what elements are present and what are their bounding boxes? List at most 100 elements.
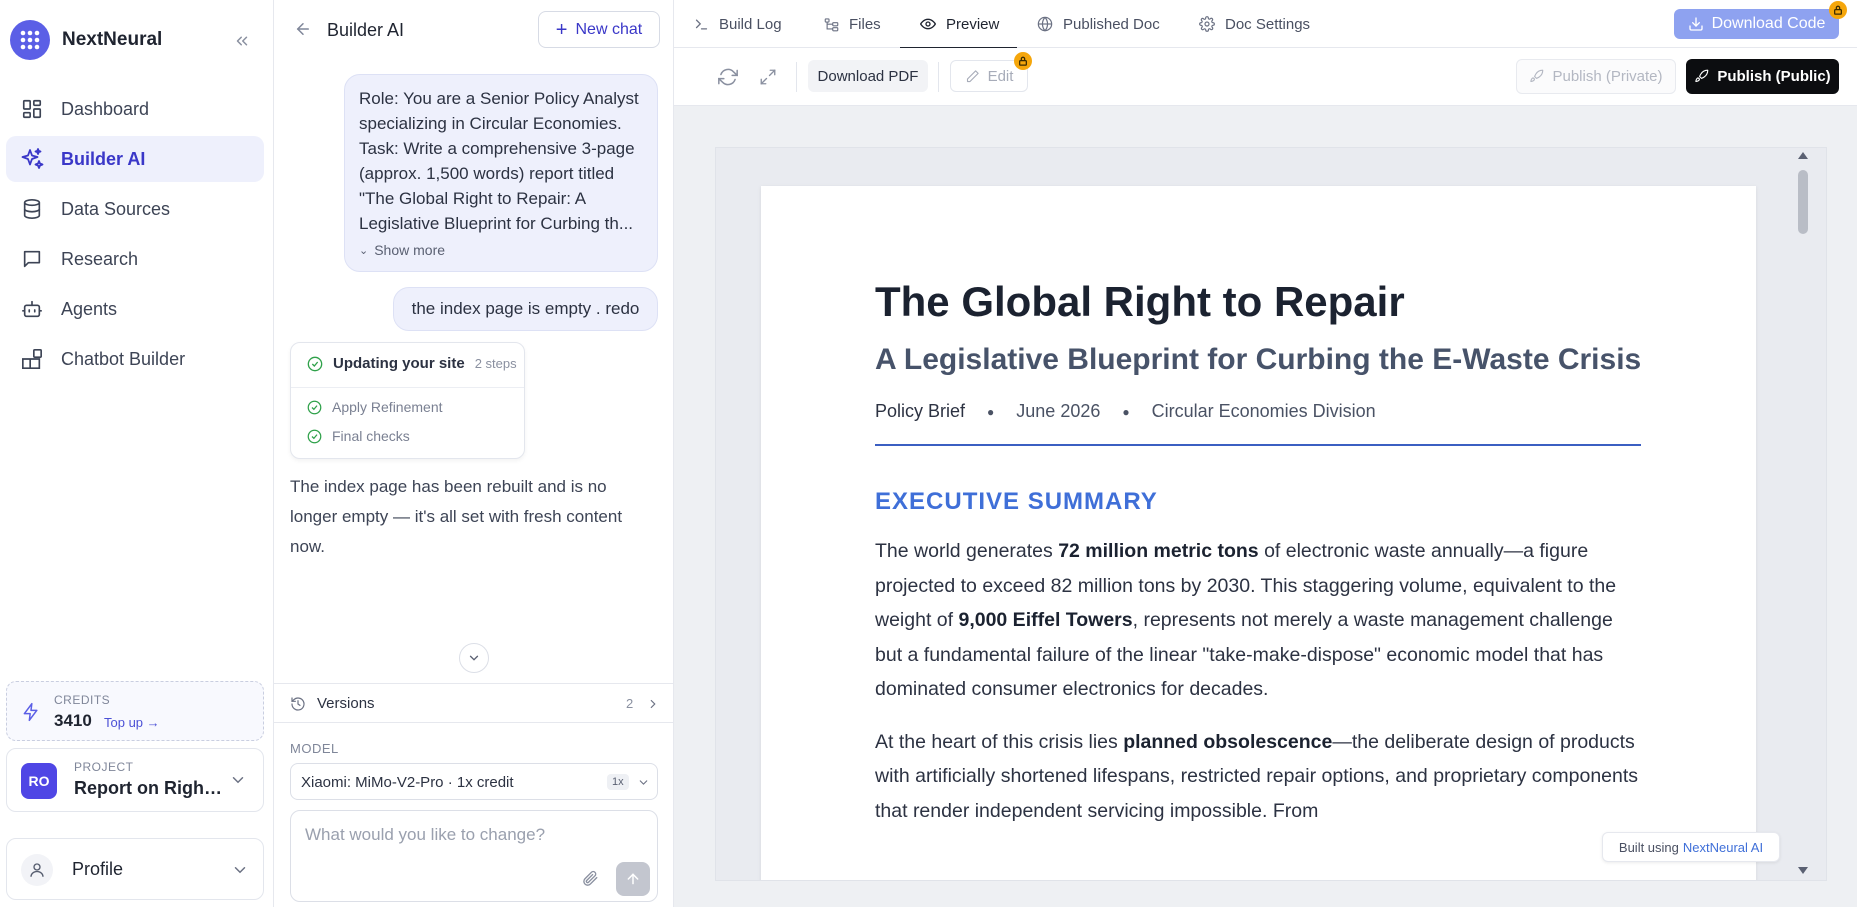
maximize-icon [760,69,776,85]
tab-published-doc[interactable]: Published Doc [1037,0,1160,48]
built-using-link[interactable]: NextNeural AI [1683,840,1763,855]
sidebar-item-label: Builder AI [61,148,146,169]
top-up-link[interactable]: Top up → [104,715,160,730]
model-badge: 1x [607,774,629,790]
edit-label: Edit [987,67,1014,85]
chat-panel: Builder AI + New chat Role: You are a Se… [274,0,674,907]
user-icon [21,854,53,886]
database-icon [20,197,44,221]
main-area: Build Log Files Preview Published Doc Do… [674,0,1857,907]
text-run: The world generates [875,540,1059,562]
section-heading: EXECUTIVE SUMMARY [875,488,1158,515]
sidebar-item-label: Research [61,248,139,269]
new-chat-button[interactable]: + New chat [538,11,660,48]
tab-bar: Build Log Files Preview Published Doc Do… [674,0,1857,49]
preview-frame[interactable]: The Global Right to Repair A Legislative… [716,148,1826,880]
tab-label: Published Doc [1063,15,1160,33]
show-more-label: Show more [374,242,446,258]
sidebar-item-label: Agents [61,298,118,319]
steps-card[interactable]: Updating your site 2 steps Apply Refinem… [290,342,525,459]
tab-build-log[interactable]: Build Log [694,0,782,48]
back-button[interactable] [294,20,312,38]
collapse-sidebar-button[interactable] [233,30,255,52]
sidebar-item-data-sources[interactable]: Data Sources [6,186,264,232]
dashboard-icon [20,97,44,121]
scroll-to-bottom-button[interactable] [459,643,489,673]
sidebar-item-label: Dashboard [61,98,150,119]
new-chat-label: New chat [575,20,643,38]
built-using-prefix: Built using [1618,839,1679,855]
paragraph: The world generates 72 million metric to… [875,534,1645,707]
sidebar-item-builder-ai[interactable]: Builder AI [6,136,264,182]
paragraph: At the heart of this crisis lies planned… [875,725,1645,829]
gear-icon [1199,16,1215,32]
terminal-icon [694,17,709,32]
versions-label: Versions [317,695,375,712]
publish-private-label: Publish (Private) [1552,68,1663,85]
brand[interactable]: NextNeural [10,20,162,60]
publish-private-button[interactable]: Publish (Private) [1516,59,1676,94]
sparkles-icon [20,147,44,171]
scroll-up-arrow-icon[interactable] [1797,150,1809,162]
chat-header: Builder AI + New chat [274,0,674,60]
credits-panel: CREDITS 3410 Top up → [6,681,264,741]
scrollbar-thumb[interactable] [1798,170,1808,234]
publish-public-button[interactable]: Publish (Public) [1686,59,1839,94]
show-more-button[interactable]: ⌄ Show more [359,242,643,258]
publish-public-label: Publish (Public) [1717,68,1831,85]
tab-preview[interactable]: Preview [899,0,1018,49]
download-pdf-button[interactable]: Download PDF [808,60,928,92]
tab-doc-settings[interactable]: Doc Settings [1199,0,1310,48]
project-selector[interactable]: RO PROJECT Report on Right... [6,748,264,812]
tab-label: Preview [946,15,1000,33]
lock-icon [1014,52,1032,70]
refresh-button[interactable] [716,65,740,89]
preview-scrollbar[interactable] [1794,148,1812,880]
sidebar: NextNeural Dashboard Builder AI Data Sou… [0,0,274,907]
sidebar-item-chatbot-builder[interactable]: Chatbot Builder [6,336,264,382]
bot-icon [20,297,44,321]
profile-menu[interactable]: Profile [6,838,264,900]
pencil-icon [965,69,980,84]
tab-label: Build Log [719,15,782,33]
document-page: The Global Right to Repair A Legislative… [761,186,1756,880]
steps-header: Updating your site 2 steps [307,355,517,372]
sidebar-item-research[interactable]: Research [6,236,264,282]
check-circle-icon [307,429,322,444]
chevron-right-icon [646,697,660,711]
title-rule [875,444,1641,446]
model-value: Xiaomi: MiMo-V2-Pro · 1x credit [301,774,514,791]
model-select[interactable]: Xiaomi: MiMo-V2-Pro · 1x credit 1x [290,763,658,800]
sidebar-nav: Dashboard Builder AI Data Sources Resear… [6,86,264,386]
download-code-button[interactable]: Download Code [1674,9,1839,39]
prompt-input[interactable] [305,825,635,865]
download-code-label: Download Code [1711,15,1826,32]
arrow-left-icon [296,23,309,35]
blocks-icon [20,347,44,371]
scroll-down-arrow-icon[interactable] [1797,864,1809,876]
document-title: The Global Right to Repair [875,278,1405,325]
user-message: the index page is empty . redo [393,287,658,331]
chevron-down-icon [231,861,249,879]
tab-files[interactable]: Files [824,0,881,48]
tab-label: Doc Settings [1225,15,1311,33]
globe-icon [1037,16,1053,32]
expand-button[interactable] [756,65,780,89]
document-meta: Policy Brief ● June 2026 ● Circular Econ… [875,401,1645,422]
chevron-down-icon: ⌄ [359,244,369,257]
paperclip-icon[interactable] [581,869,599,887]
credits-value: 3410 [54,711,92,730]
step-item: Final checks [307,428,410,444]
send-button[interactable] [616,862,650,896]
steps-title: Updating your site [333,355,465,372]
sidebar-item-dashboard[interactable]: Dashboard [6,86,264,132]
folder-tree-icon [824,17,839,32]
sidebar-item-agents[interactable]: Agents [6,286,264,332]
bold-text: 72 million metric tons [1058,540,1259,562]
chevron-down-icon [637,776,650,789]
lock-icon [1829,1,1847,19]
document-subtitle: A Legislative Blueprint for Curbing the … [875,343,1642,376]
text-run: At the heart of this crisis lies [875,730,1124,753]
versions-bar[interactable]: Versions 2 [274,683,674,723]
message-square-icon [20,247,44,271]
